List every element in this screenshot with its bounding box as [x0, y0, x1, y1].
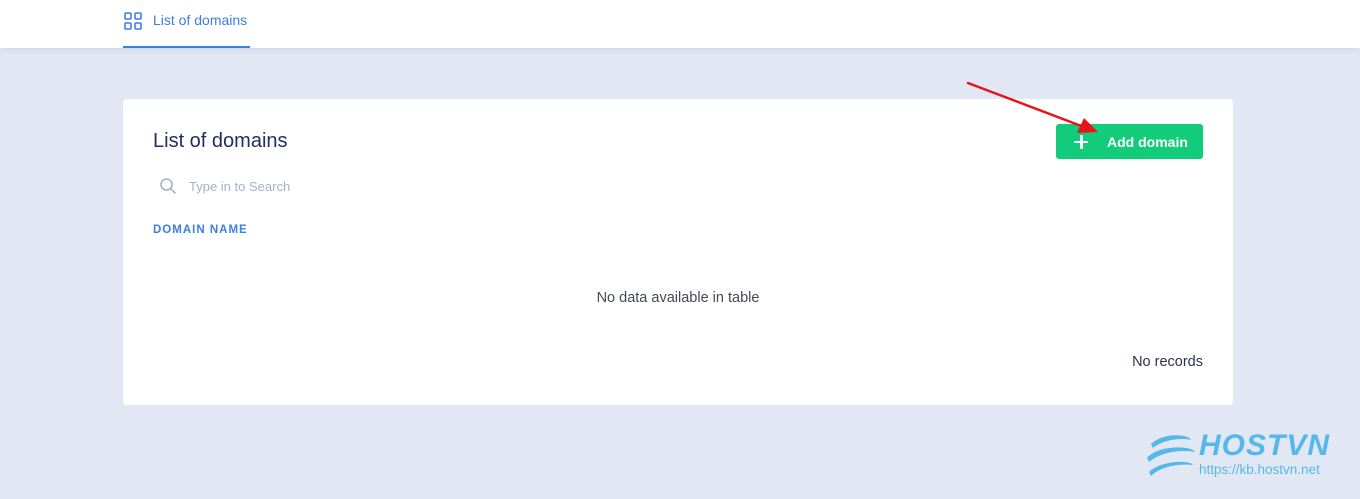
plus-icon: [1074, 134, 1088, 149]
top-navigation-bar: List of domains: [0, 0, 1360, 48]
tab-label: List of domains: [153, 12, 248, 28]
search-input[interactable]: [189, 177, 489, 195]
tab-list-of-domains[interactable]: List of domains: [123, 0, 250, 48]
records-count: No records: [1132, 354, 1203, 370]
add-domain-button[interactable]: Add domain: [1056, 124, 1203, 159]
add-domain-label: Add domain: [1107, 133, 1188, 150]
page-title: List of domains: [153, 130, 288, 152]
hostvn-watermark: HOSTVN https://kb.hostvn.net: [1145, 428, 1345, 482]
watermark-url: https://kb.hostvn.net: [1199, 462, 1320, 477]
hostvn-logo-icon: [1147, 435, 1195, 476]
dashboard-grid-icon: [124, 12, 142, 30]
column-header-domain-name[interactable]: DOMAIN NAME: [153, 223, 248, 237]
watermark-brand: HOSTVN: [1199, 429, 1331, 462]
table-empty-message: No data available in table: [596, 290, 760, 306]
search-icon: [160, 178, 176, 194]
search-bar: [159, 177, 489, 195]
domains-card: List of domains Add domain DOMAIN NAME N…: [123, 99, 1233, 405]
